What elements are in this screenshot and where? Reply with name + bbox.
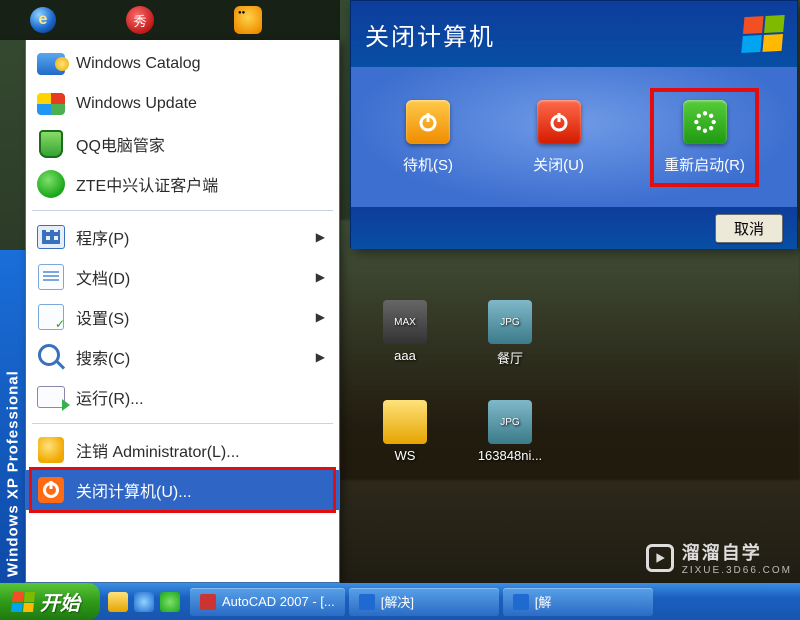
- dialog-footer: 取消: [351, 207, 797, 249]
- task-label: AutoCAD 2007 - [...: [222, 594, 335, 609]
- windows-logo-icon: [741, 15, 784, 53]
- task-icon: [200, 594, 216, 610]
- desktop-icon[interactable]: MAX aaa: [365, 300, 445, 363]
- zte-icon: [37, 170, 65, 198]
- submenu-arrow-icon: ▶: [316, 230, 325, 244]
- taskbar-task[interactable]: [解决]: [349, 588, 499, 616]
- menu-item-search[interactable]: 搜索(C) ▶: [26, 337, 339, 377]
- submenu-arrow-icon: ▶: [316, 350, 325, 364]
- catalog-icon: [37, 53, 65, 75]
- top-tray: 秀: [0, 0, 340, 40]
- desktop-icon[interactable]: JPG 163848ni...: [470, 400, 550, 463]
- power-option-label: 关闭(U): [533, 154, 584, 175]
- start-menu: Windows Catalog Windows Update QQ电脑管家 ZTE中兴…: [25, 40, 340, 583]
- menu-item-logoff[interactable]: 注销 Administrator(L)...: [26, 430, 339, 470]
- menu-item-settings[interactable]: 设置(S) ▶: [26, 297, 339, 337]
- file-thumb-icon: MAX: [383, 300, 427, 344]
- taskbar-task[interactable]: AutoCAD 2007 - [...: [190, 588, 345, 616]
- desktop-icon[interactable]: WS: [365, 400, 445, 463]
- file-thumb-icon: [383, 400, 427, 444]
- power-option-standby[interactable]: 待机(S): [397, 94, 459, 181]
- docs-icon: [38, 264, 64, 290]
- menu-item-label: ZTE中兴认证客户端: [76, 172, 329, 196]
- desktop-icon-label: WS: [365, 448, 445, 463]
- power-option-restart[interactable]: 重新启动(R): [658, 94, 751, 181]
- watermark: 溜溜自学 ZIXUE.3D66.COM: [646, 539, 792, 576]
- menu-item-label: Windows Update: [76, 95, 329, 113]
- settings-icon: [38, 304, 64, 330]
- startmenu-sidebar: Windows XP Professional: [0, 250, 25, 585]
- separator: [32, 423, 333, 424]
- desktop-icon-label: aaa: [365, 348, 445, 363]
- taskbar: 开始 AutoCAD 2007 - [... [解决] [解: [0, 583, 800, 620]
- watermark-text: 溜溜自学: [682, 543, 762, 563]
- submenu-arrow-icon: ▶: [316, 270, 325, 284]
- start-label: 开始: [40, 587, 80, 616]
- dialog-header: 关闭计算机: [351, 1, 797, 67]
- quicklaunch: [108, 592, 180, 612]
- menu-item-label: 关闭计算机(U)...: [76, 478, 329, 502]
- qq-icon[interactable]: [234, 6, 262, 34]
- shutdown-icon: [38, 477, 64, 503]
- xiu-icon[interactable]: 秀: [126, 6, 154, 34]
- desktop-icon-label: 餐厅: [470, 348, 550, 367]
- file-thumb-icon: JPG: [488, 300, 532, 344]
- menu-item-programs[interactable]: 程序(P) ▶: [26, 217, 339, 257]
- standby-icon: [406, 100, 450, 144]
- taskbar-task[interactable]: [解: [503, 588, 653, 616]
- menu-item-update[interactable]: Windows Update: [26, 84, 339, 124]
- programs-icon: [37, 225, 65, 249]
- menu-item-catalog[interactable]: Windows Catalog: [26, 44, 339, 84]
- menu-item-docs[interactable]: 文档(D) ▶: [26, 257, 339, 297]
- task-label: [解决]: [381, 592, 414, 611]
- menu-item-label: 运行(R)...: [76, 385, 329, 409]
- submenu-arrow-icon: ▶: [316, 310, 325, 324]
- desktop-icon-label: 163848ni...: [470, 448, 550, 463]
- start-button[interactable]: 开始: [0, 583, 100, 620]
- menu-item-qqmgr[interactable]: QQ电脑管家: [26, 124, 339, 164]
- task-icon: [359, 594, 375, 610]
- menu-item-label: QQ电脑管家: [76, 132, 329, 156]
- run-icon: [37, 386, 65, 408]
- file-thumb-icon: JPG: [488, 400, 532, 444]
- cancel-button[interactable]: 取消: [715, 214, 783, 243]
- menu-item-label: 文档(D): [76, 265, 306, 289]
- menu-item-label: 搜索(C): [76, 345, 306, 369]
- search-icon: [38, 344, 64, 370]
- dialog-title: 关闭计算机: [365, 17, 495, 52]
- power-option-off[interactable]: 关闭(U): [527, 94, 590, 181]
- task-label: [解: [535, 592, 552, 611]
- windows-flag-icon: [11, 592, 35, 612]
- separator: [32, 210, 333, 211]
- ie-icon[interactable]: [30, 7, 56, 33]
- menu-item-shutdown[interactable]: 关闭计算机(U)...: [26, 470, 339, 510]
- logoff-icon: [38, 437, 64, 463]
- menu-item-label: 注销 Administrator(L)...: [76, 438, 329, 462]
- task-icon: [513, 594, 529, 610]
- restart-icon: [683, 100, 727, 144]
- qqmgr-icon: [39, 130, 63, 158]
- menu-item-label: 程序(P): [76, 225, 306, 249]
- ql-icon[interactable]: [134, 592, 154, 612]
- watermark-url: ZIXUE.3D66.COM: [682, 565, 792, 576]
- dialog-body: 待机(S) 关闭(U) 重新启动(R): [351, 67, 797, 207]
- menu-item-zte[interactable]: ZTE中兴认证客户端: [26, 164, 339, 204]
- ql-icon[interactable]: [108, 592, 128, 612]
- menu-item-label: Windows Catalog: [76, 55, 329, 73]
- menu-item-run[interactable]: 运行(R)...: [26, 377, 339, 417]
- menu-item-label: 设置(S): [76, 305, 306, 329]
- shutdown-dialog: 关闭计算机 待机(S) 关闭(U) 重新启动(R) 取消: [350, 0, 798, 248]
- sidebar-label: Windows XP Professional: [4, 370, 21, 577]
- power-option-label: 重新启动(R): [664, 154, 745, 175]
- update-icon: [37, 93, 65, 115]
- ql-icon[interactable]: [160, 592, 180, 612]
- desktop-icon[interactable]: JPG 餐厅: [470, 300, 550, 367]
- play-icon: [646, 544, 674, 572]
- off-icon: [537, 100, 581, 144]
- power-option-label: 待机(S): [403, 154, 453, 175]
